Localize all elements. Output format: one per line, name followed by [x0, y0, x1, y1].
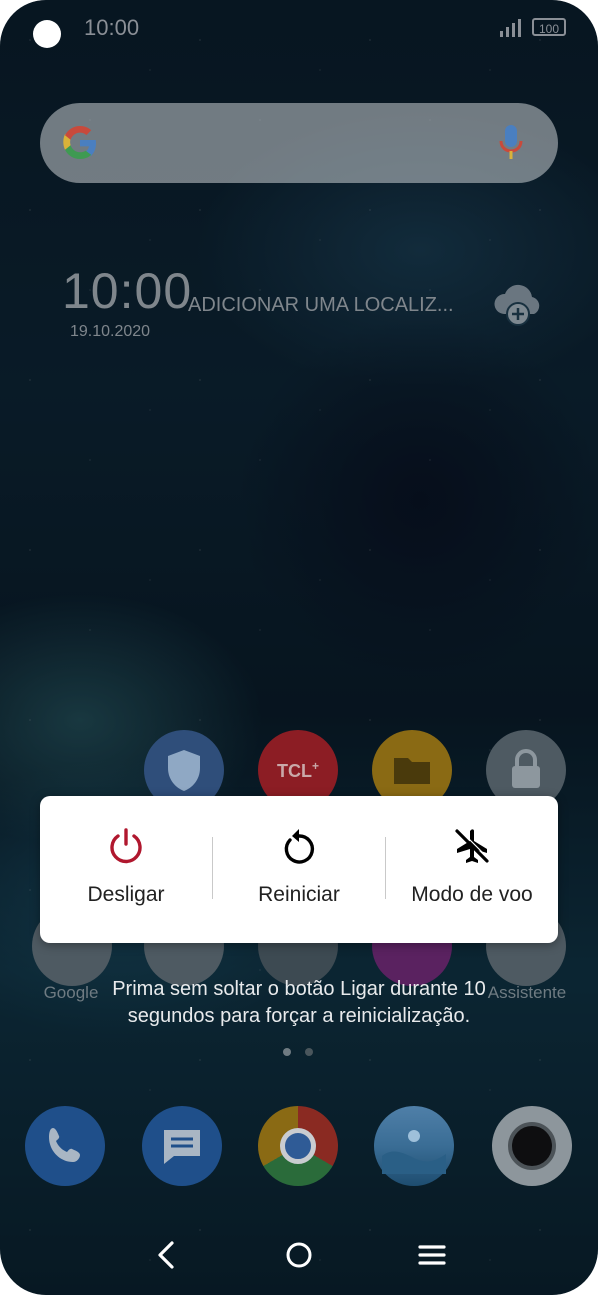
gallery-icon: [382, 1130, 446, 1174]
chrome-center-icon: [280, 1128, 316, 1164]
camera-hole: [33, 20, 61, 48]
clock-widget-time[interactable]: 10:00: [62, 262, 192, 320]
signal-icon: [500, 19, 521, 37]
back-icon[interactable]: [152, 1240, 182, 1270]
dock-gallery-app[interactable]: [374, 1106, 454, 1186]
power-menu-dialog: Desligar Reiniciar Modo de voo: [40, 796, 558, 943]
power-off-label: Desligar: [87, 883, 165, 906]
force-restart-hint: Prima sem soltar o botão Ligar durante 1…: [112, 978, 486, 1027]
microphone-icon[interactable]: [496, 123, 526, 163]
dock-phone-app[interactable]: [25, 1106, 105, 1186]
google-logo-icon: [63, 126, 96, 159]
restart-icon: [284, 829, 315, 864]
dim-overlay[interactable]: [0, 0, 598, 1295]
restart-button[interactable]: Reiniciar: [213, 796, 385, 943]
airplane-mode-button[interactable]: Modo de voo: [386, 796, 558, 943]
add-location-link[interactable]: ADICIONAR UMA LOCALIZ...: [188, 294, 478, 317]
camera-lens-icon: [508, 1122, 556, 1170]
google-search-bar[interactable]: [40, 103, 558, 183]
airplane-icon: [455, 828, 490, 863]
restart-label: Reiniciar: [258, 883, 340, 906]
status-time: 10:00: [84, 15, 140, 40]
phone-screen: 10:00 100 10:00 19.10.2020 ADICIONAR UMA…: [0, 0, 598, 1295]
message-icon: [164, 1130, 200, 1164]
page-dot: [305, 1048, 313, 1056]
power-icon: [110, 828, 142, 864]
battery-indicator: 100: [532, 18, 566, 36]
phone-icon: [49, 1128, 80, 1162]
dock-messages-app[interactable]: [142, 1106, 222, 1186]
dock-chrome-app[interactable]: [258, 1106, 338, 1186]
power-off-button[interactable]: Desligar: [40, 796, 212, 943]
cloud-add-icon[interactable]: [490, 278, 548, 330]
airplane-mode-label: Modo de voo: [411, 883, 533, 906]
page-dot: [283, 1048, 291, 1056]
tcl-logo-icon: TCL+: [276, 759, 319, 781]
clock-widget-date: 19.10.2020: [70, 323, 151, 340]
page-indicator: [283, 1048, 317, 1056]
menu-icon[interactable]: [417, 1240, 447, 1270]
home-icon[interactable]: [284, 1240, 314, 1270]
dock-camera-app[interactable]: [492, 1106, 572, 1186]
